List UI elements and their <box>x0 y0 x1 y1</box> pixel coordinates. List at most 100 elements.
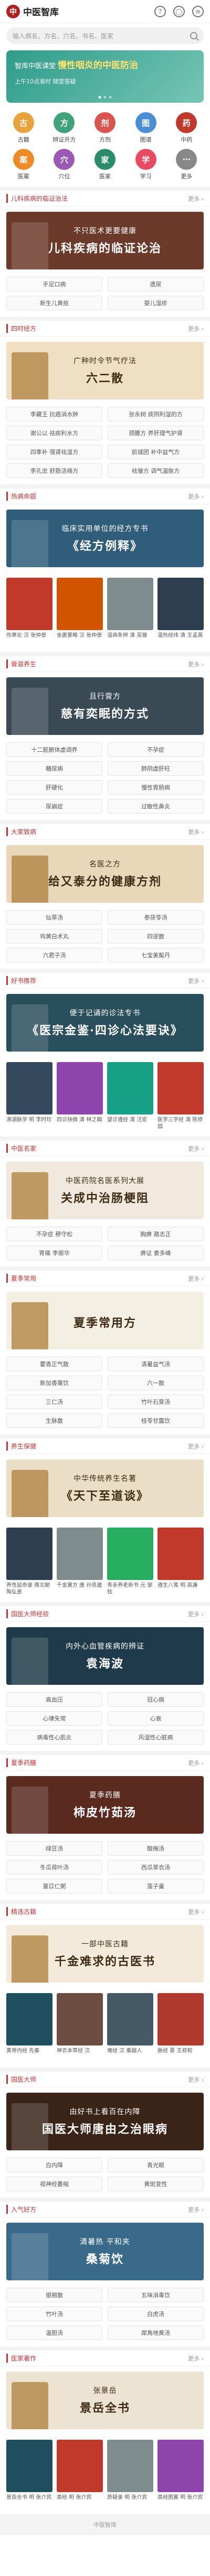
more-link[interactable]: 更多 › <box>188 1144 204 1153</box>
tag-button[interactable]: 手足口病 <box>6 277 102 291</box>
tag-button[interactable]: 前城团 补中益气方 <box>108 445 204 459</box>
tag-button[interactable]: 薏苡仁粥 <box>6 1879 102 1893</box>
category-item[interactable]: 剂方剂 <box>85 112 125 144</box>
feature-banner[interactable]: 中华传统养生名著 《天下至道谈》 <box>6 1459 204 1517</box>
category-item[interactable]: ⋯ 更多 <box>166 149 207 180</box>
tag-button[interactable]: 温胆汤 <box>6 2325 102 2340</box>
tag-button[interactable]: 肺阴虚肝旺 <box>108 761 204 776</box>
category-item[interactable]: 图图谱 <box>125 112 166 144</box>
user-icon[interactable]: ◯ <box>173 5 185 17</box>
tag-button[interactable]: 白虎汤 <box>108 2307 204 2321</box>
tag-button[interactable]: 生脉散 <box>6 1413 102 1428</box>
book-item[interactable]: 金匮要略 汉 张仲景 <box>57 578 103 646</box>
tag-button[interactable]: 竹叶汤 <box>6 2307 102 2321</box>
tag-button[interactable]: 婴儿湿疹 <box>108 296 204 310</box>
category-item[interactable]: 方辨证开方 <box>44 112 85 144</box>
more-link[interactable]: 更多 › <box>188 1908 204 1916</box>
tag-button[interactable]: 十二脏腑体虚调养 <box>6 742 102 757</box>
tag-button[interactable]: 视神经萎缩 <box>6 2177 102 2191</box>
feature-banner[interactable]: 内外心血管疾病的辨证 袁海波 <box>6 1627 204 1685</box>
tag-button[interactable]: 风湿性心脏病 <box>108 1730 204 1745</box>
search-icon[interactable] <box>190 32 197 39</box>
tag-button[interactable]: 祛皱方 调气温肤方 <box>108 463 204 478</box>
book-item[interactable]: 类经 明 张介宾 <box>57 2440 103 2508</box>
book-item[interactable]: 黄帝内经 先秦 <box>6 1993 52 2061</box>
book-item[interactable]: 质疑录 明 张介宾 <box>107 2440 153 2508</box>
tag-button[interactable]: 痹证 娄多峰 <box>108 1246 204 1260</box>
book-item[interactable]: 濒湖脉学 明 李时珍 <box>6 1062 52 1130</box>
more-link[interactable]: 更多 › <box>188 194 204 203</box>
menu-icon[interactable]: ≡ <box>192 5 204 17</box>
more-link[interactable]: 更多 › <box>188 1610 204 1618</box>
search-input[interactable]: 输入病名、方名、穴名、书名、医家 <box>6 27 204 44</box>
book-item[interactable]: 神农本草经 汉 <box>57 1993 103 2061</box>
book-item[interactable]: 脉经 晋 王叔和 <box>158 1993 204 2061</box>
tag-button[interactable]: 心衰 <box>108 1711 204 1726</box>
feature-banner[interactable]: 便于记诵的诊法专书 《医宗金鉴·四诊心法要诀》 <box>6 994 204 1052</box>
logo[interactable]: 中 中医智库 <box>6 4 59 18</box>
promo-banner[interactable]: 智库中医课堂 慢性咽炎的中医防治 上午10点准时 随堂答疑 <box>6 50 204 103</box>
more-link[interactable]: 更多 › <box>188 1759 204 1767</box>
tag-button[interactable]: 仙草汤 <box>6 910 102 925</box>
tag-button[interactable]: 酸梅汤 <box>108 1841 204 1856</box>
feature-banner[interactable]: 夏季药膳 柿皮竹茹汤 <box>6 1776 204 1834</box>
book-item[interactable]: 寿亲养老新书 元 邹铉 <box>107 1528 153 1596</box>
tag-button[interactable]: 清暑益气汤 <box>108 1357 204 1371</box>
tag-button[interactable]: 肝硬化 <box>6 780 102 795</box>
feature-banner[interactable]: 广种时令节气疗法 六二散 <box>6 342 204 399</box>
more-link[interactable]: 更多 › <box>188 2354 204 2363</box>
tag-button[interactable]: 不孕症 <box>108 742 204 757</box>
feature-banner[interactable]: 清暑热 平和夹 桑菊饮 <box>6 2223 204 2280</box>
tag-button[interactable]: 不孕症 穆守松 <box>6 1227 102 1241</box>
feature-banner[interactable]: 且行膏方 慈有奕眠的方式 <box>6 677 204 735</box>
tag-button[interactable]: 胃痛 李振华 <box>6 1246 102 1260</box>
tag-button[interactable]: 银翘散 <box>6 2288 102 2302</box>
book-item[interactable]: 伤寒论 汉 张仲景 <box>6 578 52 646</box>
tag-button[interactable]: 病毒性心肌炎 <box>6 1730 102 1745</box>
tag-button[interactable]: 六君子汤 <box>6 948 102 962</box>
tag-button[interactable]: 糖尿病 <box>6 761 102 776</box>
book-item[interactable]: 温热经纬 清 王孟英 <box>158 578 204 646</box>
category-item[interactable]: 药中药 <box>166 112 207 144</box>
book-item[interactable]: 医学三字经 清 陈修园 <box>158 1062 204 1130</box>
more-link[interactable]: 更多 › <box>188 2205 204 2214</box>
tag-button[interactable]: 高血压 <box>6 1692 102 1707</box>
book-item[interactable]: 望诊遵经 清 汪宏 <box>107 1062 153 1130</box>
more-link[interactable]: 更多 › <box>188 977 204 985</box>
book-item[interactable]: 遵生八笺 明 高濂 <box>158 1528 204 1596</box>
tag-button[interactable]: 慢性胃肠病 <box>108 780 204 795</box>
tag-button[interactable]: 莲子羹 <box>108 1879 204 1893</box>
more-link[interactable]: 更多 › <box>188 1442 204 1451</box>
category-item[interactable]: 古古籍 <box>3 112 44 144</box>
feature-banner[interactable]: 一部中医古籍 千金难求的古医书 <box>6 1925 204 1983</box>
feature-banner[interactable]: 张景岳 景岳全书 <box>6 2372 204 2429</box>
book-item[interactable]: 养性延命录 南北朝 陶弘景 <box>6 1528 52 1596</box>
book-item[interactable]: 景岳全书 明 张介宾 <box>6 2440 52 2508</box>
feature-banner[interactable]: 不只医术更要健康 儿科疾病的临证论治 <box>6 212 204 269</box>
tag-button[interactable]: 鸡黄白术丸 <box>6 929 102 944</box>
tag-button[interactable]: 竹叶石膏汤 <box>108 1394 204 1409</box>
tag-button[interactable]: 五味消毒饮 <box>108 2288 204 2302</box>
tag-button[interactable]: 六一散 <box>108 1376 204 1390</box>
tag-button[interactable]: 藿香正气散 <box>6 1357 102 1371</box>
tag-button[interactable]: 胸痹 路志正 <box>108 1227 204 1241</box>
tag-button[interactable]: 颈腰方 养肝理气护肾 <box>108 426 204 440</box>
tag-button[interactable]: 新加香薷饮 <box>6 1376 102 1390</box>
more-link[interactable]: 更多 › <box>188 660 204 668</box>
tag-button[interactable]: 四季补 强肾祛湿方 <box>6 445 102 459</box>
tag-button[interactable]: 青光眼 <box>108 2158 204 2172</box>
tag-button[interactable]: 参茯苓汤 <box>108 910 204 925</box>
category-item[interactable]: 案医案 <box>3 149 44 180</box>
tag-button[interactable]: 冠心病 <box>108 1692 204 1707</box>
more-link[interactable]: 更多 › <box>188 828 204 836</box>
tag-button[interactable]: 四逆散 <box>108 929 204 944</box>
feature-banner[interactable]: 临床实用单位的经方专书 《经方例释》 <box>6 510 204 567</box>
tag-button[interactable]: 过敏性鼻炎 <box>108 799 204 814</box>
tag-button[interactable]: 七宝美髯丹 <box>108 948 204 962</box>
tag-button[interactable]: 李孔忠 舒筋活络方 <box>6 463 102 478</box>
feature-banner[interactable]: 由好书上看百在内障 国医大师唐由之治眼病 <box>6 2093 204 2150</box>
feature-banner[interactable]: 中医药院名医系列大展 关成中治肠梗阻 <box>6 1162 204 1219</box>
tag-button[interactable]: 三仁汤 <box>6 1394 102 1409</box>
category-item[interactable]: 穴穴位 <box>44 149 85 180</box>
category-item[interactable]: 家医家 <box>85 149 125 180</box>
